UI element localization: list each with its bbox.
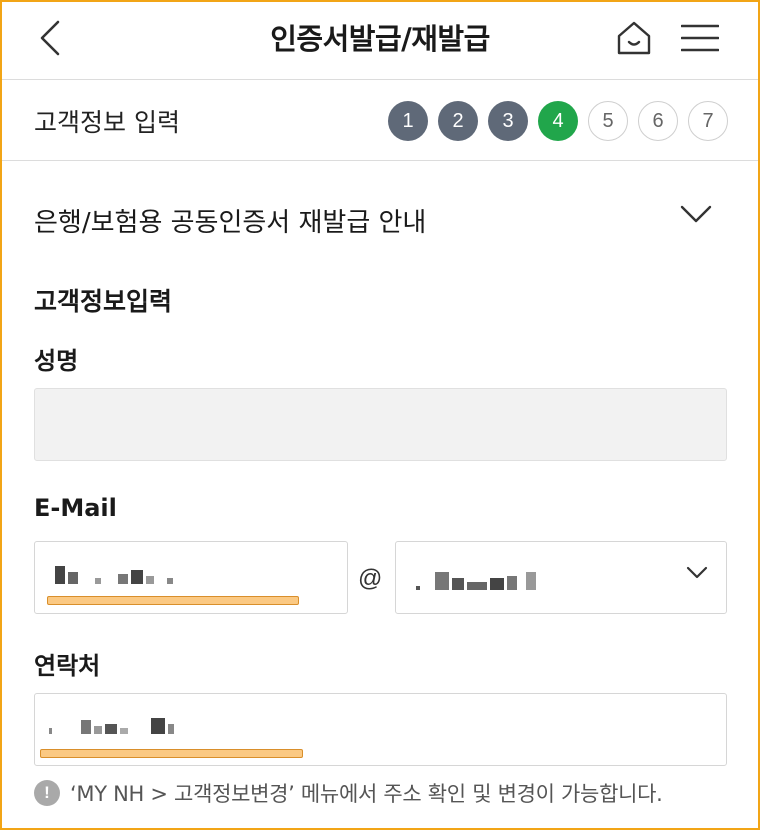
step-4-current: 4 (538, 101, 578, 141)
phone-highlight (40, 749, 303, 758)
step-2: 2 (438, 101, 478, 141)
step-indicator-bar: 고객정보 입력 1 2 3 4 5 6 7 (0, 81, 760, 161)
name-label: 성명 (34, 347, 79, 375)
hamburger-menu-icon (681, 24, 719, 52)
redacted-email-domain (416, 572, 536, 590)
menu-button[interactable] (678, 16, 722, 60)
step-3: 3 (488, 101, 528, 141)
app-header: 인증서발급/재발급 (0, 0, 760, 80)
info-icon: ! (34, 780, 60, 806)
step-7: 7 (688, 101, 728, 141)
step-5: 5 (588, 101, 628, 141)
reissue-guide-accordion[interactable]: 은행/보험용 공동인증서 재발급 안내 (34, 198, 724, 242)
home-button[interactable] (612, 16, 656, 60)
chevron-down-icon (686, 566, 708, 579)
step-6: 6 (638, 101, 678, 141)
phone-label: 연락처 (34, 652, 101, 680)
at-sign: @ (358, 565, 383, 592)
email-domain-select[interactable] (395, 541, 727, 614)
email-local-highlight (47, 596, 299, 605)
section-title: 고객정보입력 (34, 287, 173, 316)
name-field[interactable] (34, 388, 727, 461)
home-icon (617, 21, 651, 55)
accordion-title: 은행/보험용 공동인증서 재발급 안내 (34, 208, 427, 238)
step-1: 1 (388, 101, 428, 141)
redacted-phone (49, 718, 174, 734)
redacted-email-local (55, 566, 173, 584)
step-list: 1 2 3 4 5 6 7 (388, 101, 728, 141)
address-notice: ! ‘MY NH > 고객정보변경’ 메뉴에서 주소 확인 및 변경이 가능합니… (34, 778, 663, 808)
chevron-down-icon (680, 205, 712, 223)
email-label: E-Mail (34, 494, 117, 522)
step-label: 고객정보 입력 (34, 108, 180, 137)
notice-text: ‘MY NH > 고객정보변경’ 메뉴에서 주소 확인 및 변경이 가능합니다. (70, 782, 663, 806)
